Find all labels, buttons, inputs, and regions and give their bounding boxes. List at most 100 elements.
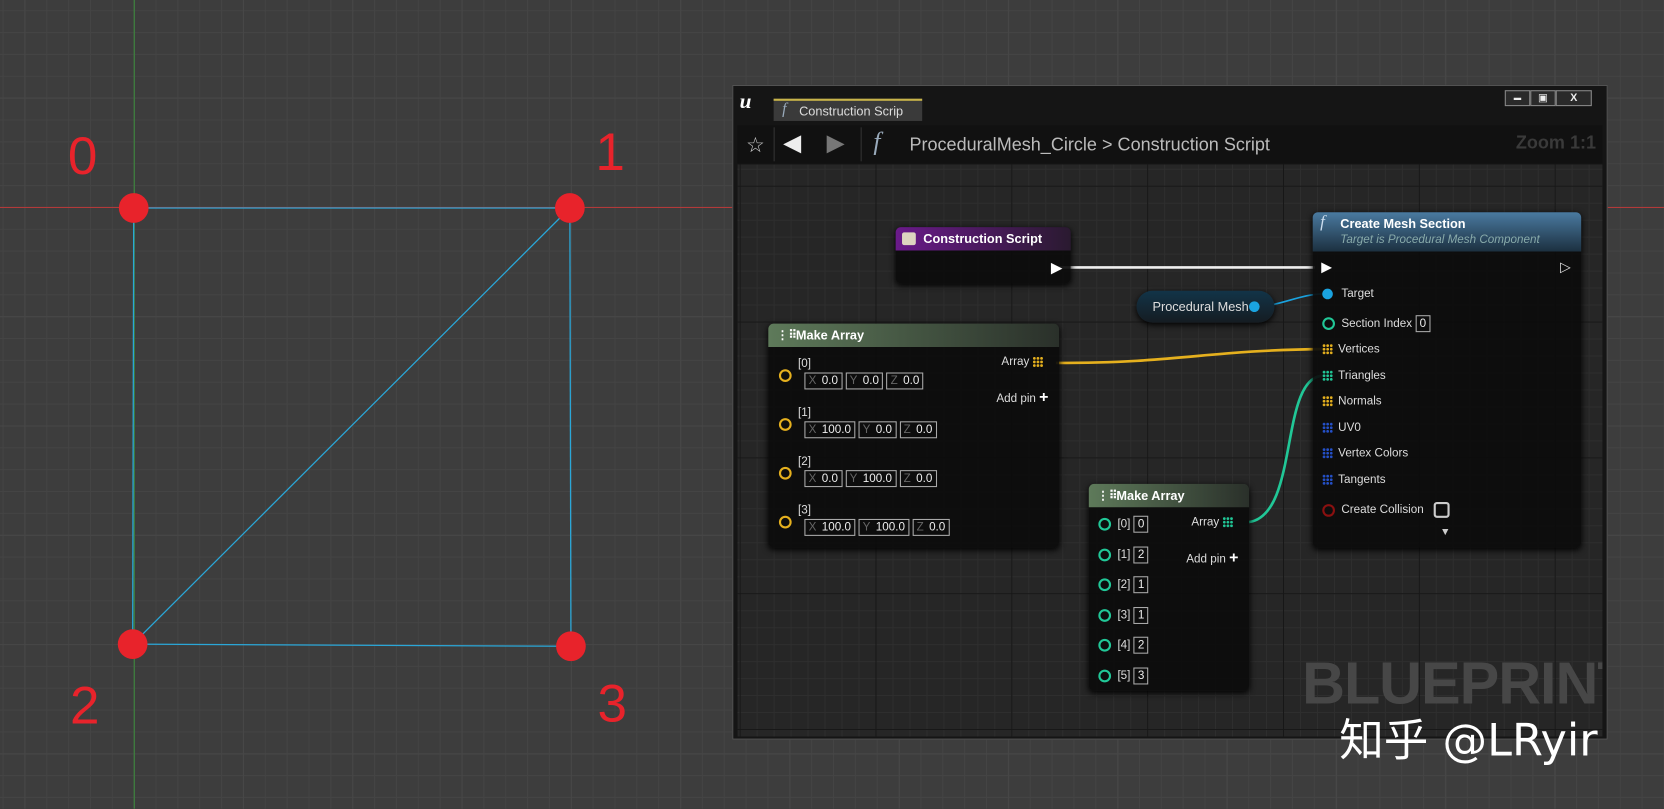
z-value: 0.0 xyxy=(929,521,946,534)
section-index-pin[interactable] xyxy=(1322,317,1335,331)
element-index: [1] xyxy=(798,406,812,420)
vector-element-row: [2] X 0.0 Y 100.0 Z 0.0 xyxy=(778,455,940,488)
y-input[interactable]: Y 100.0 xyxy=(858,518,910,536)
vertices-pin[interactable] xyxy=(1322,343,1333,355)
y-input[interactable]: Y 0.0 xyxy=(858,421,897,439)
int-in-pin[interactable] xyxy=(1098,548,1112,562)
add-pin-button[interactable]: Add pin xyxy=(996,393,1036,406)
breadcrumb-leaf[interactable]: Construction Script xyxy=(1118,135,1270,155)
plus-icon[interactable]: + xyxy=(1229,549,1238,567)
tab-construction-script[interactable]: f Construction Scrip xyxy=(773,98,923,121)
vector-in-pin[interactable] xyxy=(778,418,792,431)
graph-canvas[interactable]: BLUEPRINT Construction Script ▶ Procedur… xyxy=(737,164,1603,737)
object-out-pin[interactable] xyxy=(1249,301,1260,312)
viewport[interactable]: 0 1 2 3 u f Construction Scrip ▬ ▣ X ☆ ◀… xyxy=(0,0,1664,809)
pin-label-normals: Normals xyxy=(1338,394,1382,408)
int-input[interactable]: 0 xyxy=(1133,515,1149,533)
edge xyxy=(569,207,572,647)
tab-label: Construction Scrip xyxy=(799,103,904,119)
construction-script-node[interactable]: Construction Script ▶ xyxy=(895,227,1071,284)
int-in-pin[interactable] xyxy=(1098,669,1112,683)
create-collision-pin[interactable] xyxy=(1322,503,1335,517)
int-input[interactable]: 2 xyxy=(1133,546,1149,564)
node-title: Make Array xyxy=(795,327,865,343)
target-pin[interactable] xyxy=(1322,288,1333,300)
x-axis-label: X xyxy=(808,423,817,437)
vertex-point-1 xyxy=(555,193,585,223)
forward-arrow-icon[interactable]: ▶ xyxy=(827,129,845,157)
z-input[interactable]: Z 0.0 xyxy=(899,470,937,488)
close-button[interactable]: X xyxy=(1555,90,1592,107)
z-axis-label: Z xyxy=(890,374,898,388)
exec-out-pin[interactable]: ▷ xyxy=(1560,259,1571,276)
uv0-pin[interactable] xyxy=(1322,422,1333,434)
node-title: Make Array xyxy=(1116,488,1185,504)
int-input[interactable]: 1 xyxy=(1133,576,1149,594)
vertex-point-0 xyxy=(118,193,149,223)
function-icon: f xyxy=(782,100,787,118)
int-in-pin[interactable] xyxy=(1098,639,1112,653)
vector-element-row: [3] X 100.0 Y 100.0 Z 0.0 xyxy=(778,504,953,536)
event-icon xyxy=(902,232,916,246)
z-value: 0.0 xyxy=(903,374,920,388)
y-value: 0.0 xyxy=(875,423,892,437)
node-title: Construction Script xyxy=(923,231,1043,247)
edge xyxy=(132,643,571,647)
x-input[interactable]: X 0.0 xyxy=(804,372,843,390)
exec-in-pin[interactable]: ▶ xyxy=(1321,259,1332,276)
favorite-star-icon[interactable]: ☆ xyxy=(746,132,765,159)
y-axis-label: Y xyxy=(849,472,858,485)
breadcrumb-root[interactable]: ProceduralMesh_Circle xyxy=(909,135,1097,155)
back-arrow-icon[interactable]: ◀ xyxy=(783,129,801,157)
int-input[interactable]: 3 xyxy=(1133,667,1149,685)
add-pin-button[interactable]: Add pin xyxy=(1186,553,1226,566)
tangents-pin[interactable] xyxy=(1322,474,1333,486)
z-value: 0.0 xyxy=(916,472,933,485)
blueprint-editor-window: u f Construction Scrip ▬ ▣ X ☆ ◀ ▶ f Pro… xyxy=(732,84,1608,740)
y-value: 100.0 xyxy=(875,521,905,534)
vertex-colors-pin[interactable] xyxy=(1322,447,1333,459)
vector-element-row: [1] X 100.0 Y 0.0 Z 0.0 xyxy=(778,406,940,439)
y-input[interactable]: Y 100.0 xyxy=(845,470,897,488)
make-array-vertices-node[interactable]: ⋮⠿ Make Array Array Add pin + [0] X 0.0 Y 0… xyxy=(768,323,1060,548)
normals-pin[interactable] xyxy=(1322,395,1333,407)
plus-icon[interactable]: + xyxy=(1039,388,1048,406)
maximize-button[interactable]: ▣ xyxy=(1530,90,1556,107)
y-input[interactable]: Y 0.0 xyxy=(845,372,884,390)
function-icon: f xyxy=(1320,213,1325,232)
x-input[interactable]: X 100.0 xyxy=(804,518,856,536)
expand-arrow-icon[interactable]: ▼ xyxy=(1440,526,1451,538)
breadcrumb-separator: > xyxy=(1101,134,1113,155)
z-input[interactable]: Z 0.0 xyxy=(912,518,950,536)
make-array-triangles-node[interactable]: ⋮⠿ Make Array Array Add pin + [0] 0 [1] … xyxy=(1088,483,1250,691)
vector-in-pin[interactable] xyxy=(778,515,792,529)
variable-label: Procedural Mesh xyxy=(1152,299,1249,315)
function-icon: f xyxy=(873,128,881,156)
minimize-button[interactable]: ▬ xyxy=(1504,90,1531,107)
vertex-point-2 xyxy=(117,629,148,660)
x-input[interactable]: X 0.0 xyxy=(804,470,843,488)
vector-in-pin[interactable] xyxy=(778,369,792,383)
section-index-input[interactable]: 0 xyxy=(1415,315,1431,333)
z-input[interactable]: Z 0.0 xyxy=(886,372,924,390)
exec-out-pin[interactable]: ▶ xyxy=(1051,259,1062,277)
x-input[interactable]: X 100.0 xyxy=(804,421,856,439)
z-input[interactable]: Z 0.0 xyxy=(899,421,937,439)
unreal-logo-icon: u xyxy=(739,90,752,114)
array-out-pin[interactable] xyxy=(1032,356,1044,368)
edge xyxy=(132,207,135,645)
int-input[interactable]: 1 xyxy=(1133,606,1149,624)
create-collision-checkbox[interactable] xyxy=(1433,501,1450,518)
array-out-pin[interactable] xyxy=(1222,516,1234,528)
int-in-pin[interactable] xyxy=(1098,609,1112,622)
int-in-pin[interactable] xyxy=(1098,578,1112,592)
triangles-pin[interactable] xyxy=(1322,370,1333,382)
create-mesh-section-node[interactable]: f Create Mesh Section Target is Procedur… xyxy=(1312,212,1582,548)
x-value: 100.0 xyxy=(821,423,851,437)
int-input[interactable]: 2 xyxy=(1133,637,1149,655)
node-subtitle: Target is Procedural Mesh Component xyxy=(1340,233,1540,247)
procedural-mesh-variable-node[interactable]: Procedural Mesh xyxy=(1136,290,1275,323)
element-index: [0] xyxy=(798,357,812,371)
int-in-pin[interactable] xyxy=(1098,517,1112,531)
vector-in-pin[interactable] xyxy=(778,466,792,480)
